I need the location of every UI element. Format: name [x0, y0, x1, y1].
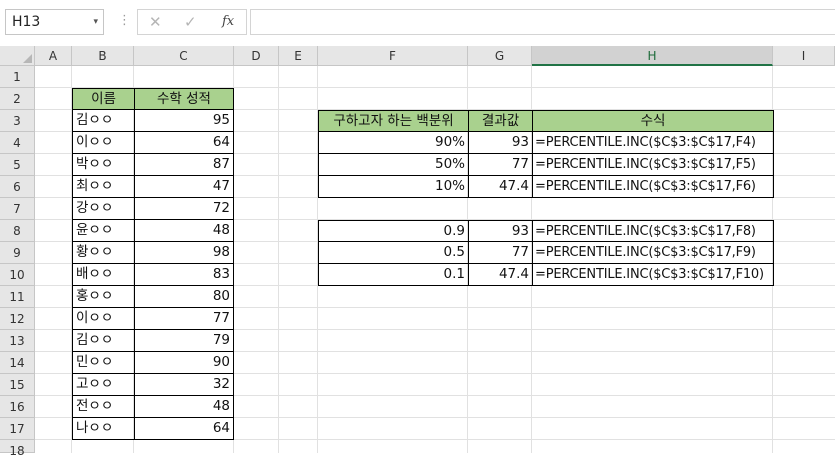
- cell-name[interactable]: 이ㅇㅇ: [72, 308, 135, 330]
- cell-result[interactable]: 93: [469, 132, 533, 154]
- row-header-9[interactable]: 9: [0, 242, 35, 264]
- select-all-icon: [23, 54, 32, 63]
- row-header-15[interactable]: 15: [0, 374, 35, 396]
- cell-score[interactable]: 80: [135, 286, 234, 308]
- cell-result[interactable]: 93: [469, 220, 533, 242]
- row-header-16[interactable]: 16: [0, 396, 35, 418]
- cell-formula[interactable]: =PERCENTILE.INC($C$3:$C$17,F5): [533, 154, 774, 176]
- cell-formula[interactable]: =PERCENTILE.INC($C$3:$C$17,F10): [533, 264, 774, 286]
- cell-score[interactable]: 64: [135, 418, 234, 440]
- cell-score[interactable]: 77: [135, 308, 234, 330]
- cell-c2-score-header[interactable]: 수학 성적: [135, 88, 234, 110]
- cell-percentile[interactable]: 90%: [318, 132, 469, 154]
- cell-name[interactable]: 고ㅇㅇ: [72, 374, 135, 396]
- cell-formula[interactable]: =PERCENTILE.INC($C$3:$C$17,F9): [533, 242, 774, 264]
- cell-result[interactable]: 47.4: [469, 176, 533, 198]
- cell-result[interactable]: 77: [469, 154, 533, 176]
- cell-score[interactable]: 83: [135, 264, 234, 286]
- row-header-10[interactable]: 10: [0, 264, 35, 286]
- cell-name[interactable]: 강ㅇㅇ: [72, 198, 135, 220]
- formula-input[interactable]: [250, 9, 835, 35]
- cell-score[interactable]: 47: [135, 176, 234, 198]
- cell-name[interactable]: 김ㅇㅇ: [72, 330, 135, 352]
- cell-percentile[interactable]: 0.5: [318, 242, 469, 264]
- cell-name[interactable]: 홍ㅇㅇ: [72, 286, 135, 308]
- column-header-i[interactable]: I: [773, 46, 835, 66]
- formula-bar: H13 ▾ ⋮ ✕ ✓ fx: [0, 0, 835, 46]
- cell-name[interactable]: 박ㅇㅇ: [72, 154, 135, 176]
- cell-name[interactable]: 이ㅇㅇ: [72, 132, 135, 154]
- cell-g3-result-header[interactable]: 결과값: [469, 110, 533, 132]
- row-header-5[interactable]: 5: [0, 154, 35, 176]
- column-header-f[interactable]: F: [318, 46, 468, 66]
- cell-name[interactable]: 김ㅇㅇ: [72, 110, 135, 132]
- row-header-18[interactable]: 18: [0, 440, 35, 458]
- cell-score[interactable]: 98: [135, 242, 234, 264]
- cell-score[interactable]: 87: [135, 154, 234, 176]
- cell-score[interactable]: 72: [135, 198, 234, 220]
- cell-score[interactable]: 79: [135, 330, 234, 352]
- cell-score[interactable]: 48: [135, 396, 234, 418]
- row-header-6[interactable]: 6: [0, 176, 35, 198]
- column-header-e[interactable]: E: [279, 46, 318, 66]
- cell-result[interactable]: 77: [469, 242, 533, 264]
- row-header-13[interactable]: 13: [0, 330, 35, 352]
- cell-score[interactable]: 32: [135, 374, 234, 396]
- row-header-1[interactable]: 1: [0, 66, 35, 88]
- cell-name[interactable]: 배ㅇㅇ: [72, 264, 135, 286]
- column-header-g[interactable]: G: [468, 46, 532, 66]
- cell-b2-name-header[interactable]: 이름: [72, 88, 135, 110]
- insert-function-icon[interactable]: fx: [222, 14, 234, 29]
- column-header-b[interactable]: B: [72, 46, 134, 66]
- cell-percentile[interactable]: 0.1: [318, 264, 469, 286]
- column-header-c[interactable]: C: [134, 46, 234, 66]
- formula-bar-grip-icon: ⋮: [118, 13, 131, 28]
- cell-name[interactable]: 최ㅇㅇ: [72, 176, 135, 198]
- row-header-8[interactable]: 8: [0, 220, 35, 242]
- cell-formula[interactable]: =PERCENTILE.INC($C$3:$C$17,F4): [533, 132, 774, 154]
- cancel-icon[interactable]: ✕: [149, 13, 162, 31]
- cell-percentile[interactable]: 10%: [318, 176, 469, 198]
- cell-result[interactable]: 47.4: [469, 264, 533, 286]
- cell-formula[interactable]: =PERCENTILE.INC($C$3:$C$17,F8): [533, 220, 774, 242]
- cell-formula[interactable]: =PERCENTILE.INC($C$3:$C$17,F6): [533, 176, 774, 198]
- column-header-h[interactable]: H: [532, 46, 773, 66]
- enter-icon[interactable]: ✓: [184, 13, 197, 31]
- column-header-a[interactable]: A: [35, 46, 72, 66]
- cell-score[interactable]: 48: [135, 220, 234, 242]
- row-header-4[interactable]: 4: [0, 132, 35, 154]
- cell-score[interactable]: 64: [135, 132, 234, 154]
- cell-name[interactable]: 전ㅇㅇ: [72, 396, 135, 418]
- name-box[interactable]: H13 ▾: [5, 9, 104, 35]
- chevron-down-icon[interactable]: ▾: [93, 10, 98, 34]
- cell-score[interactable]: 90: [135, 352, 234, 374]
- cell-f3-percentile-header[interactable]: 구하고자 하는 백분위: [318, 110, 469, 132]
- select-all-corner[interactable]: [0, 46, 35, 66]
- cell-name[interactable]: 나ㅇㅇ: [72, 418, 135, 440]
- row-header-14[interactable]: 14: [0, 352, 35, 374]
- cell-percentile[interactable]: 0.9: [318, 220, 469, 242]
- spreadsheet-grid: A B C D E F G H I 1 2 3 4 5 6 7 8 9 10 1…: [0, 46, 835, 458]
- column-header-d[interactable]: D: [234, 46, 279, 66]
- row-header-2[interactable]: 2: [0, 88, 35, 110]
- cell-h3-formula-header[interactable]: 수식: [533, 110, 774, 132]
- row-header-7[interactable]: 7: [0, 198, 35, 220]
- row-header-12[interactable]: 12: [0, 308, 35, 330]
- cell-name[interactable]: 민ㅇㅇ: [72, 352, 135, 374]
- name-box-value: H13: [12, 14, 41, 30]
- row-header-3[interactable]: 3: [0, 110, 35, 132]
- cell-name[interactable]: 윤ㅇㅇ: [72, 220, 135, 242]
- cell-percentile[interactable]: 50%: [318, 154, 469, 176]
- formula-bar-buttons: ✕ ✓ fx: [137, 9, 247, 35]
- row-header-17[interactable]: 17: [0, 418, 35, 440]
- cell-name[interactable]: 황ㅇㅇ: [72, 242, 135, 264]
- cell-score[interactable]: 95: [135, 110, 234, 132]
- row-header-11[interactable]: 11: [0, 286, 35, 308]
